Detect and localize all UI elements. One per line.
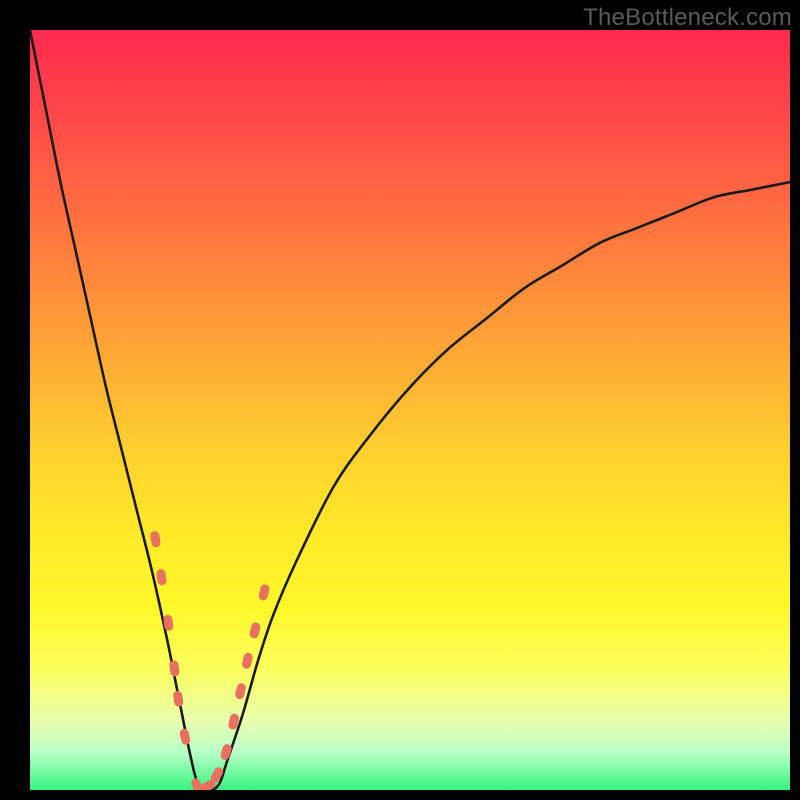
curve-marker: [241, 652, 253, 670]
curve-marker: [173, 690, 184, 707]
curve-marker: [169, 660, 180, 677]
curve-marker: [234, 682, 246, 700]
chart-plot-area: [30, 30, 790, 790]
curve-marker: [150, 531, 161, 548]
chart-frame: TheBottleneck.com: [0, 0, 800, 800]
curve-marker: [179, 728, 191, 746]
bottleneck-curve: [30, 30, 790, 790]
curve-marker: [219, 743, 232, 761]
curve-marker: [258, 584, 270, 602]
curve-marker: [249, 622, 262, 640]
curve-marker: [156, 569, 167, 586]
watermark-text: TheBottleneck.com: [583, 4, 792, 32]
